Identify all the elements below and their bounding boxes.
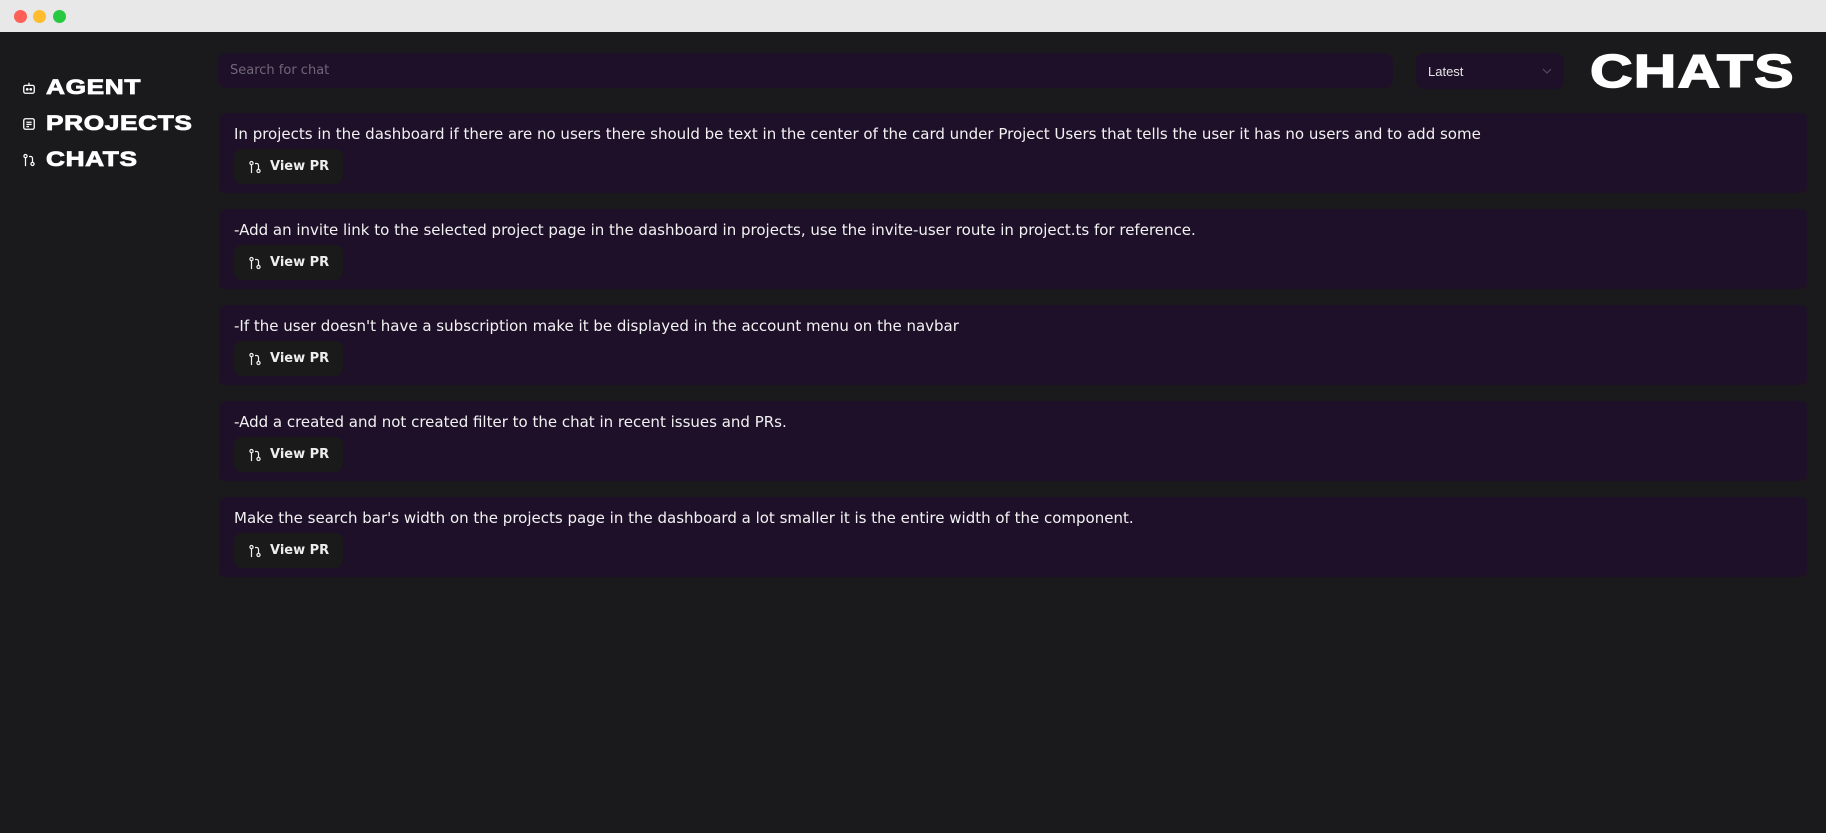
sidebar-item-projects[interactable]: PROJECTS	[22, 106, 192, 142]
chat-text: -Add an invite link to the selected proj…	[234, 221, 1196, 239]
view-pr-button[interactable]: View PR	[234, 533, 344, 568]
git-pull-request-icon	[249, 256, 261, 269]
view-pr-label: View PR	[270, 447, 330, 462]
sidebar-item-label: PROJECTS	[45, 112, 193, 136]
git-pull-request-icon	[249, 352, 261, 365]
view-pr-button[interactable]: View PR	[234, 341, 344, 376]
minimize-window-button[interactable]	[33, 10, 46, 23]
chat-card: In projects in the dashboard if there ar…	[219, 113, 1807, 193]
sort-select[interactable]: Latest	[1416, 53, 1564, 89]
view-pr-button[interactable]: View PR	[234, 245, 344, 280]
sidebar-item-label: AGENT	[46, 76, 141, 100]
sidebar-nav: AGENT PROJECTS CHATS	[22, 70, 192, 178]
chat-text: In projects in the dashboard if there ar…	[234, 125, 1481, 143]
chat-card: -If the user doesn't have a subscription…	[219, 305, 1807, 385]
git-pull-request-icon	[249, 544, 261, 557]
view-pr-label: View PR	[270, 351, 330, 366]
view-pr-label: View PR	[270, 159, 330, 174]
git-pull-request-icon	[249, 160, 261, 173]
view-pr-label: View PR	[270, 543, 330, 558]
sidebar-item-label: CHATS	[45, 148, 138, 172]
chat-card: Make the search bar's width on the proje…	[219, 497, 1807, 577]
maximize-window-button[interactable]	[53, 10, 66, 23]
chat-card: -Add an invite link to the selected proj…	[219, 209, 1807, 289]
document-icon	[23, 118, 35, 130]
chat-card: -Add a created and not created filter to…	[219, 401, 1807, 481]
chevron-down-icon	[1542, 68, 1552, 74]
git-pull-request-icon	[249, 448, 261, 461]
sort-selected-value: Latest	[1428, 63, 1464, 79]
window-titlebar	[0, 0, 1826, 32]
chat-text: Make the search bar's width on the proje…	[234, 509, 1134, 527]
view-pr-label: View PR	[270, 255, 330, 270]
view-pr-button[interactable]: View PR	[234, 437, 344, 472]
chat-list: In projects in the dashboard if there ar…	[219, 113, 1807, 593]
git-pull-request-icon	[23, 153, 35, 167]
close-window-button[interactable]	[14, 10, 27, 23]
sidebar-item-agent[interactable]: AGENT	[22, 70, 163, 106]
page-title: CHATS	[1589, 44, 1795, 98]
robot-icon	[23, 82, 35, 94]
view-pr-button[interactable]: View PR	[234, 149, 344, 184]
chat-text: -If the user doesn't have a subscription…	[234, 317, 959, 335]
sidebar-item-chats[interactable]: CHATS	[22, 142, 163, 178]
search-input[interactable]	[218, 53, 1393, 88]
chat-text: -Add a created and not created filter to…	[234, 413, 787, 431]
